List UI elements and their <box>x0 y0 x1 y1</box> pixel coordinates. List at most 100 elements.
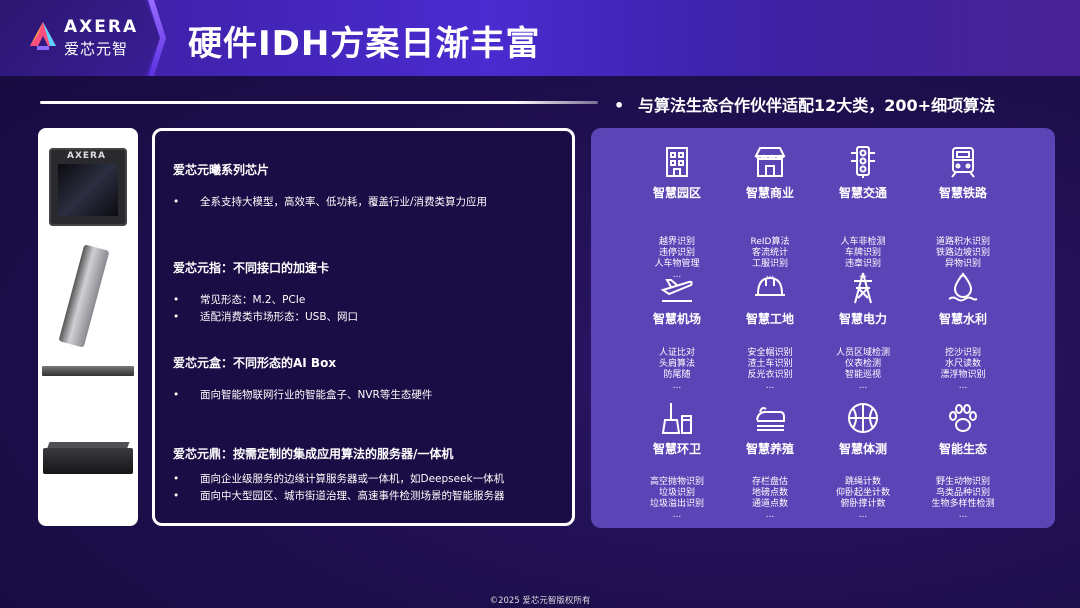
category-item: ... <box>672 381 682 391</box>
category-name: 智慧体测 <box>838 442 887 456</box>
logo-brand: AXERA <box>64 17 139 37</box>
category-item: ... <box>858 510 868 520</box>
category-item: ... <box>858 381 868 391</box>
server-image <box>43 448 133 474</box>
ai-box-image <box>42 366 134 376</box>
building-icon <box>666 147 688 177</box>
category-name: 智慧机场 <box>652 312 701 326</box>
category-name: 智能生态 <box>938 442 987 456</box>
bullet: • <box>173 490 180 502</box>
category-item: 异物识别 <box>944 259 981 269</box>
product-image-column: AXERA <box>38 128 138 526</box>
category-item: ... <box>958 510 968 520</box>
traffic-light-icon <box>851 146 875 178</box>
summary-subtitle: • 与算法生态合作伙伴适配12大类，200+细项算法 <box>614 92 995 116</box>
category-item: 安全帽识别 <box>747 348 793 358</box>
category-name: 智慧铁路 <box>938 186 987 200</box>
hardhat-icon <box>755 276 785 296</box>
bullet: • <box>173 311 180 323</box>
category-name: 智慧养殖 <box>745 442 794 456</box>
category-item: 垃圾溢出识别 <box>649 499 704 509</box>
chip-image: AXERA <box>49 148 127 226</box>
category-item: 渣土车识别 <box>747 359 793 369</box>
bullet: • <box>173 389 180 401</box>
water-icon <box>948 272 978 302</box>
basketball-icon <box>848 403 878 433</box>
category-item: 垃圾识别 <box>658 488 695 498</box>
category-name: 智慧电力 <box>838 312 887 326</box>
header-glow <box>720 0 1080 76</box>
train-icon <box>951 147 975 178</box>
paw-icon <box>949 404 977 432</box>
category-item: 防尾随 <box>663 370 691 380</box>
algorithm-category-grid: 智慧园区 越界识别 违停识别 人车物管理 ... 智慧商业 ReID算法 客流统… <box>591 128 1055 528</box>
copyright-footer: ©2025 爱芯元智版权所有 <box>489 596 591 606</box>
section-item-text: 面向智能物联网行业的智能盒子、NVR等生态硬件 <box>200 389 433 401</box>
category-name: 智慧环卫 <box>652 442 701 456</box>
category-item: ReID算法 <box>750 237 790 247</box>
category-name: 智慧交通 <box>838 186 887 200</box>
section-item: • 面向企业级服务的边缘计算服务器或一体机，如Deepseek一体机 <box>173 471 504 486</box>
category-item: 道路积水识别 <box>935 237 990 247</box>
category-item: 挖沙识别 <box>944 348 981 358</box>
section-title: 爱芯元鼎：按需定制的集成应用算法的服务器/一体机 <box>173 447 454 461</box>
section-item-text: 全系支持大模型，高效率、低功耗，覆盖行业/消费类算力应用 <box>200 196 488 208</box>
category-name: 智慧园区 <box>652 186 701 200</box>
section-item: • 全系支持大模型，高效率、低功耗，覆盖行业/消费类算力应用 <box>173 194 487 209</box>
category-item: ... <box>765 381 775 391</box>
title-divider <box>40 101 598 104</box>
category-name: 智慧商业 <box>745 186 794 200</box>
section-item-text: 常见形态：M.2、PCIe <box>200 294 306 306</box>
category-item: 存栏盘估 <box>751 477 788 487</box>
page-title: 硬件IDH方案日渐丰富 <box>188 24 541 64</box>
logo-subtitle: 爱芯元智 <box>64 40 129 58</box>
category-item: 生物多样性检测 <box>931 499 995 509</box>
bullet: • <box>173 196 180 208</box>
category-item: 人车非检测 <box>840 237 886 247</box>
chip-die <box>58 164 118 216</box>
category-item: 越界识别 <box>658 237 695 247</box>
category-item: 违章识别 <box>844 259 881 269</box>
category-item: 人员区域检测 <box>835 348 890 358</box>
category-item: 地磅点数 <box>751 488 788 498</box>
category-item: 车牌识别 <box>844 248 881 258</box>
category-item: 反光衣识别 <box>747 370 793 380</box>
broom-icon <box>661 403 692 434</box>
chip-brand: AXERA <box>67 151 106 161</box>
section-title: 爱芯元盒：不同形态的AI Box <box>173 356 337 370</box>
header-bar: AXERA 爱芯元智 硬件IDH方案日渐丰富 <box>0 0 1080 76</box>
logo-plate: AXERA 爱芯元智 <box>0 0 160 76</box>
section-title: 爱芯元指：不同接口的加速卡 <box>173 261 330 275</box>
category-item: 人车物管理 <box>654 259 700 269</box>
bullet: • <box>173 294 180 306</box>
section-item: • 面向中大型园区、城市街道治理、高速事件检测场景的智能服务器 <box>173 488 505 503</box>
store-icon <box>754 147 786 177</box>
category-item: ... <box>672 510 682 520</box>
category-item: ... <box>958 381 968 391</box>
section-item-text: 面向中大型园区、城市街道治理、高速事件检测场景的智能服务器 <box>200 490 505 502</box>
category-item: 仪表检测 <box>844 359 881 369</box>
category-item: 俯卧撑计数 <box>840 499 886 509</box>
category-item: 智能巡视 <box>844 370 881 380</box>
category-item: 铁路边坡识别 <box>935 248 990 258</box>
section-item: • 面向智能物联网行业的智能盒子、NVR等生态硬件 <box>173 387 432 402</box>
product-description-panel: 爱芯元曦系列芯片 • 全系支持大模型，高效率、低功耗，覆盖行业/消费类算力应用 爱… <box>152 128 575 526</box>
category-item: 头肩算法 <box>658 359 695 369</box>
category-item: 仰卧起坐计数 <box>835 488 890 498</box>
category-name: 智慧水利 <box>938 312 987 326</box>
airplane-icon <box>660 279 693 302</box>
summary-text: 与算法生态合作伙伴适配12大类，200+细项算法 <box>638 96 996 115</box>
section-title: 爱芯元曦系列芯片 <box>173 163 270 177</box>
livestock-icon <box>756 407 785 431</box>
category-item: 人证比对 <box>658 348 695 358</box>
accelerator-card-image <box>58 244 110 348</box>
category-item: 客流统计 <box>751 248 788 258</box>
axera-logo-icon <box>30 22 56 50</box>
category-item: ... <box>765 510 775 520</box>
category-item: 通道点数 <box>751 499 788 509</box>
section-item: • 适配消费类市场形态：USB、网口 <box>173 309 358 324</box>
category-name: 智慧工地 <box>745 312 794 326</box>
power-tower-icon <box>854 272 872 304</box>
category-item: 跳绳计数 <box>844 477 881 487</box>
section-item: • 常见形态：M.2、PCIe <box>173 292 305 307</box>
